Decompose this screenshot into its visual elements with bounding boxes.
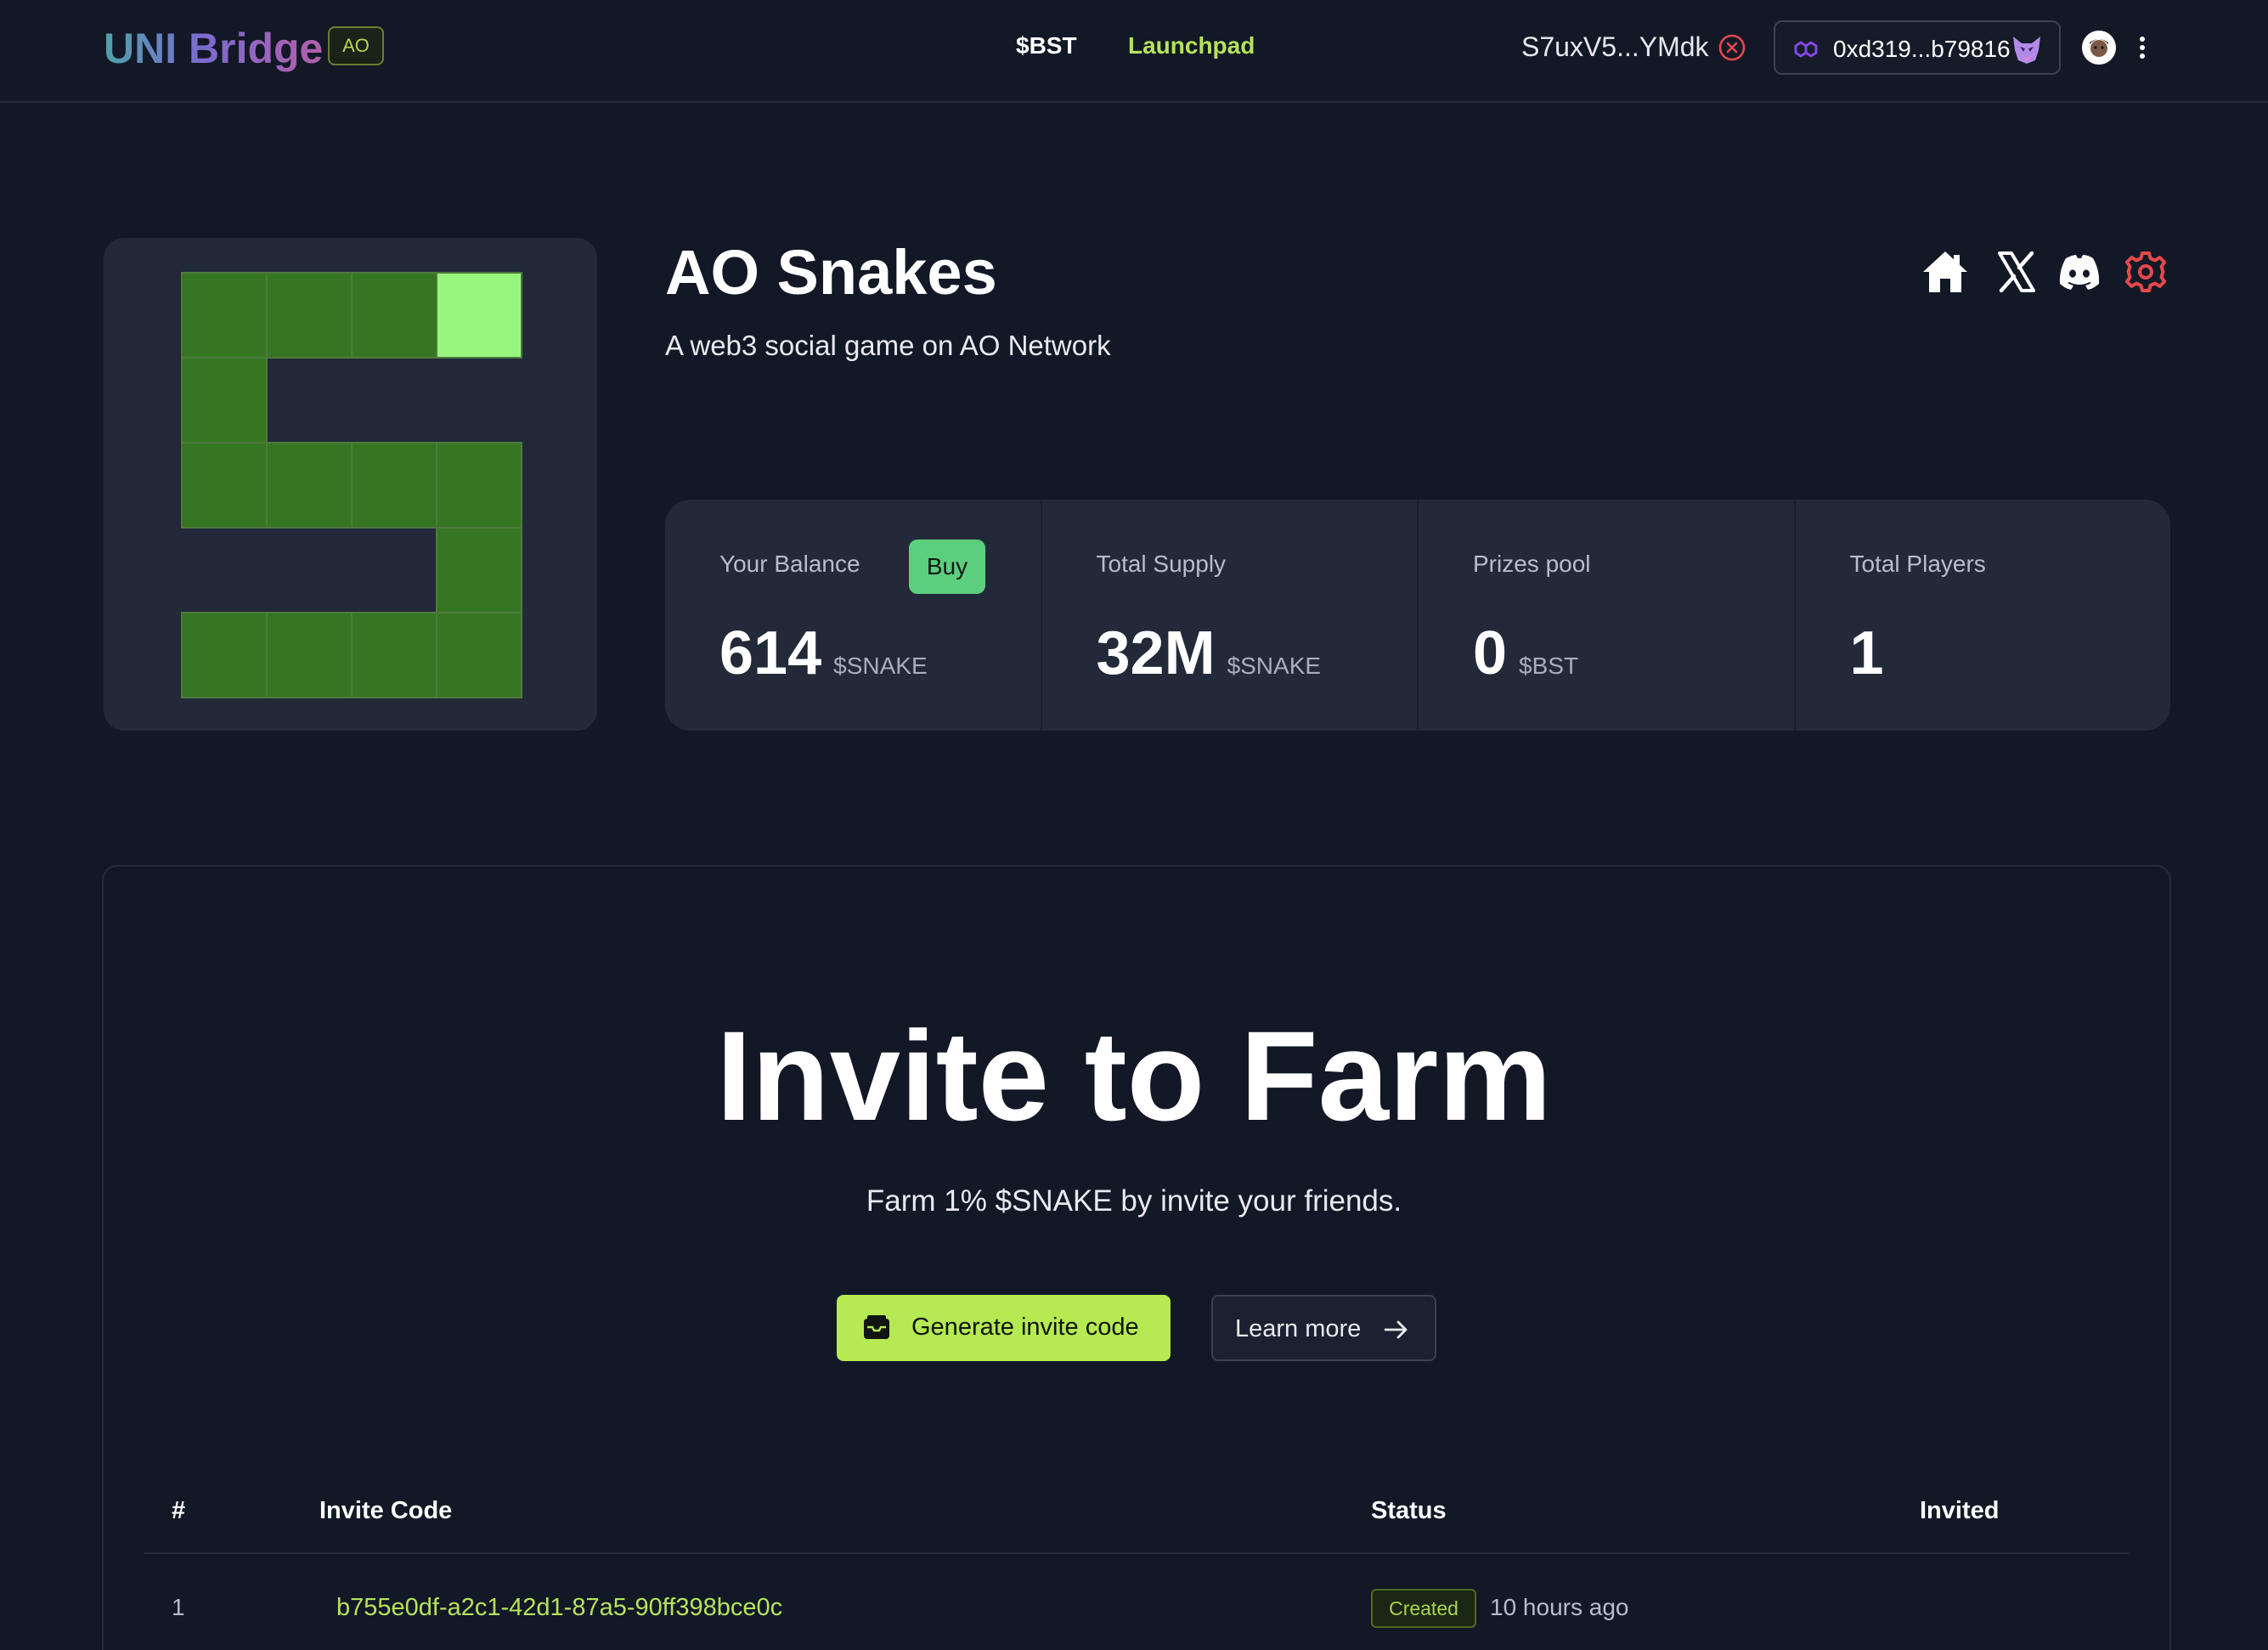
prizes-value: 0 bbox=[1473, 619, 1508, 687]
stat-prizes-pool: Prizes pool 0 $BST bbox=[1419, 500, 1796, 731]
x-twitter-icon[interactable] bbox=[1991, 248, 2042, 296]
user-avatar[interactable] bbox=[2082, 31, 2116, 65]
stat-label: Prizes pool bbox=[1473, 551, 1591, 577]
game-logo-card bbox=[104, 238, 597, 731]
home-icon[interactable] bbox=[1920, 248, 1971, 296]
ar-wallet-address[interactable]: S7uxV5...YMdk bbox=[1521, 31, 1709, 63]
arrow-right-icon bbox=[1384, 1320, 1408, 1339]
evm-wallet-address: 0xd319...b79816 bbox=[1833, 36, 2011, 62]
snake-logo-icon bbox=[181, 272, 522, 698]
invite-title: Invite to Farm bbox=[716, 1004, 1552, 1147]
stat-total-supply: Total Supply 32M $SNAKE bbox=[1042, 500, 1419, 731]
nav-link-launchpad[interactable]: Launchpad bbox=[1128, 32, 1255, 59]
discord-icon[interactable] bbox=[2054, 248, 2105, 296]
supply-value: 32M bbox=[1096, 619, 1216, 687]
stat-value: 614 $SNAKE bbox=[719, 619, 928, 688]
game-description: A web3 social game on AO Network bbox=[665, 330, 1111, 361]
invite-panel bbox=[102, 865, 2171, 1650]
stat-your-balance: Your Balance Buy 614 $SNAKE bbox=[665, 500, 1042, 731]
polygon-chain-icon bbox=[1794, 41, 1818, 58]
column-header-invited: Invited bbox=[1920, 1497, 2000, 1524]
created-time: 10 hours ago bbox=[1490, 1594, 1629, 1620]
column-header-invite-code: Invite Code bbox=[319, 1497, 453, 1524]
stat-value: 1 bbox=[1850, 619, 1884, 688]
top-nav-bar: UNI Bridge AO $BST Launchpad S7uxV5...YM… bbox=[0, 0, 2268, 103]
stat-label: Total Players bbox=[1849, 551, 1986, 577]
app-logo[interactable]: UNI Bridge bbox=[104, 24, 323, 73]
learn-more-button[interactable]: Learn more bbox=[1211, 1295, 1436, 1361]
stat-total-players: Total Players 1 bbox=[1796, 500, 2171, 731]
generate-invite-code-label: Generate invite code bbox=[911, 1314, 1139, 1341]
stat-unit: $SNAKE bbox=[1227, 653, 1322, 679]
stat-label: Your Balance bbox=[719, 551, 860, 577]
learn-more-label: Learn more bbox=[1235, 1315, 1362, 1342]
stat-value: 32M $SNAKE bbox=[1097, 619, 1322, 688]
balance-value: 614 bbox=[719, 619, 822, 687]
table-divider bbox=[144, 1552, 2129, 1554]
fox-wallet-icon bbox=[2013, 37, 2040, 64]
column-header-number: # bbox=[172, 1497, 186, 1524]
page: UNI Bridge AO $BST Launchpad S7uxV5...YM… bbox=[0, 0, 2268, 1650]
buy-button[interactable]: Buy bbox=[909, 540, 985, 594]
status-badge: Created bbox=[1371, 1589, 1476, 1628]
settings-gear-icon[interactable] bbox=[2120, 248, 2171, 296]
nav-link-bst[interactable]: $BST bbox=[1016, 32, 1077, 59]
stat-unit: $BST bbox=[1519, 653, 1579, 679]
evm-wallet-button[interactable]: 0xd319...b79816 bbox=[1774, 20, 2061, 75]
generate-invite-code-button[interactable]: Generate invite code bbox=[837, 1295, 1171, 1361]
row-number: 1 bbox=[172, 1594, 185, 1620]
column-header-status: Status bbox=[1371, 1497, 1447, 1524]
avatar-face-icon bbox=[2082, 31, 2116, 65]
inbox-icon bbox=[864, 1315, 889, 1339]
network-badge: AO bbox=[328, 26, 384, 65]
invite-code-link[interactable]: b755e0df-a2c1-42d1-87a5-90ff398bce0c bbox=[336, 1594, 782, 1622]
stat-label: Total Supply bbox=[1096, 551, 1227, 577]
stat-unit: $SNAKE bbox=[833, 653, 928, 679]
invite-subtitle: Farm 1% $SNAKE by invite your friends. bbox=[866, 1184, 1402, 1218]
stat-value: 0 $BST bbox=[1473, 619, 1578, 688]
disconnect-icon[interactable] bbox=[1718, 33, 1746, 62]
game-title: AO Snakes bbox=[665, 237, 997, 308]
stats-panel: Your Balance Buy 614 $SNAKE Total Supply … bbox=[665, 500, 2170, 731]
players-value: 1 bbox=[1849, 619, 1884, 687]
more-options-icon[interactable] bbox=[2134, 31, 2151, 65]
